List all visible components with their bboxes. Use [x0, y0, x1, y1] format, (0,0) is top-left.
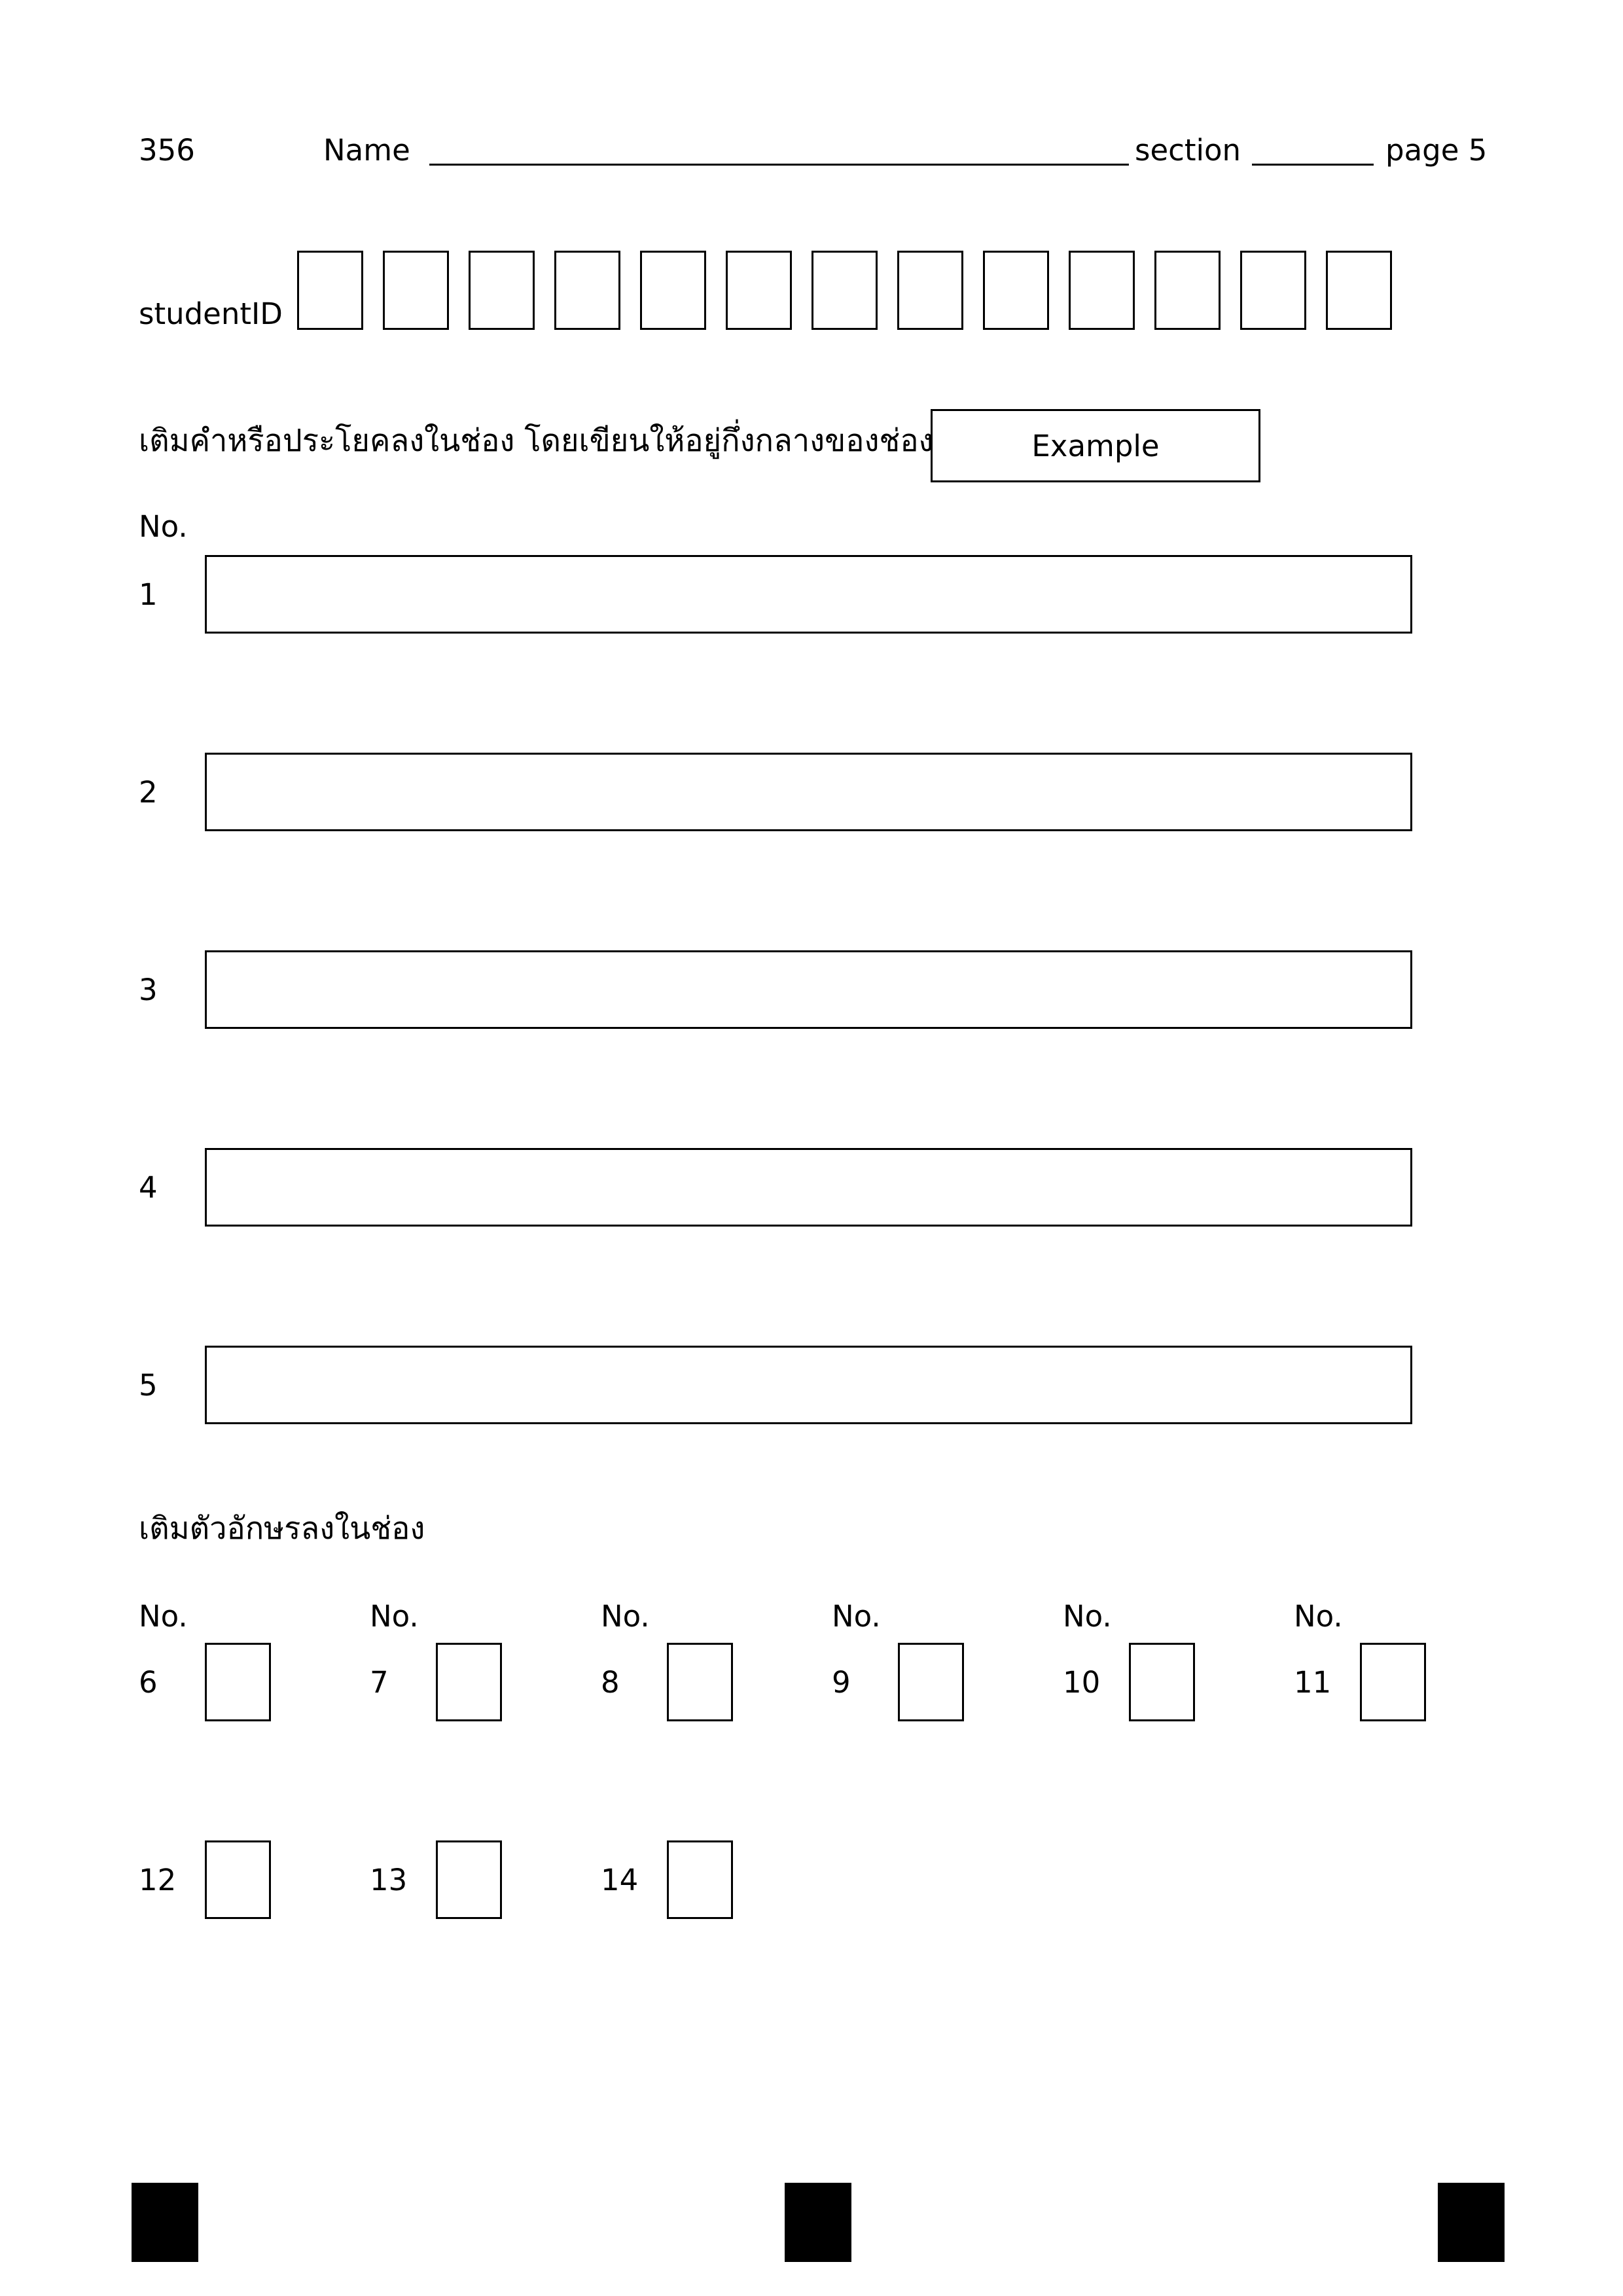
letter-box-7[interactable]	[436, 1643, 502, 1721]
answer-box-2[interactable]	[205, 753, 1412, 831]
no-label: No.	[139, 509, 188, 544]
student-id-box[interactable]	[297, 251, 363, 330]
question-number: 1	[139, 577, 158, 612]
student-id-box[interactable]	[1326, 251, 1392, 330]
question-number: 11	[1294, 1665, 1332, 1700]
no-label: No.	[601, 1599, 650, 1634]
student-id-box[interactable]	[983, 251, 1049, 330]
letter-box-11[interactable]	[1360, 1643, 1426, 1721]
course-code: 356	[139, 133, 195, 168]
question-number: 13	[370, 1863, 408, 1897]
letter-box-12[interactable]	[205, 1840, 271, 1919]
student-id-box[interactable]	[469, 251, 535, 330]
fill-words-instruction: เติมคำหรือประโยคลงในช่อง โดยเขียนให้อยู่…	[139, 423, 996, 459]
answer-box-3[interactable]	[205, 950, 1412, 1029]
no-label: No.	[832, 1599, 881, 1634]
letter-box-13[interactable]	[436, 1840, 502, 1919]
section-label: section	[1135, 133, 1241, 168]
fill-letters-instruction: เติมตัวอักษรลงในช่อง	[139, 1511, 425, 1547]
letter-box-6[interactable]	[205, 1643, 271, 1721]
question-number: 3	[139, 973, 158, 1007]
question-number: 10	[1063, 1665, 1101, 1700]
student-id-box[interactable]	[640, 251, 706, 330]
student-id-box[interactable]	[1069, 251, 1135, 330]
question-number: 5	[139, 1368, 158, 1403]
question-number: 8	[601, 1665, 620, 1700]
page-number: page 5	[1385, 133, 1488, 168]
question-number: 6	[139, 1665, 158, 1700]
student-id-label: studentID	[139, 296, 283, 331]
no-label: No.	[1294, 1599, 1343, 1634]
answer-sheet-page: 356 Name section page 5 studentID เติมคำ…	[0, 0, 1623, 2296]
student-id-box[interactable]	[897, 251, 963, 330]
answer-box-4[interactable]	[205, 1148, 1412, 1227]
question-number: 4	[139, 1170, 158, 1205]
student-id-box[interactable]	[1240, 251, 1306, 330]
question-number: 2	[139, 775, 158, 810]
student-id-box[interactable]	[1154, 251, 1221, 330]
name-field-line[interactable]	[429, 164, 1129, 166]
student-id-box[interactable]	[383, 251, 449, 330]
registration-mark-right	[1438, 2183, 1505, 2262]
name-label: Name	[323, 133, 410, 168]
example-text: Example	[1031, 428, 1160, 463]
no-label: No.	[1063, 1599, 1112, 1634]
student-id-box[interactable]	[554, 251, 620, 330]
student-id-box[interactable]	[812, 251, 878, 330]
letter-box-14[interactable]	[667, 1840, 733, 1919]
registration-mark-center	[785, 2183, 851, 2262]
letter-box-9[interactable]	[898, 1643, 964, 1721]
answer-box-1[interactable]	[205, 555, 1412, 634]
question-number: 7	[370, 1665, 389, 1700]
letter-box-8[interactable]	[667, 1643, 733, 1721]
letter-box-10[interactable]	[1129, 1643, 1195, 1721]
answer-box-5[interactable]	[205, 1346, 1412, 1424]
question-number: 14	[601, 1863, 639, 1897]
section-field-line[interactable]	[1252, 164, 1374, 166]
registration-mark-left	[132, 2183, 198, 2262]
question-number: 12	[139, 1863, 177, 1897]
question-number: 9	[832, 1665, 851, 1700]
no-label: No.	[139, 1599, 188, 1634]
no-label: No.	[370, 1599, 419, 1634]
student-id-box[interactable]	[726, 251, 792, 330]
example-box: Example	[931, 409, 1260, 482]
